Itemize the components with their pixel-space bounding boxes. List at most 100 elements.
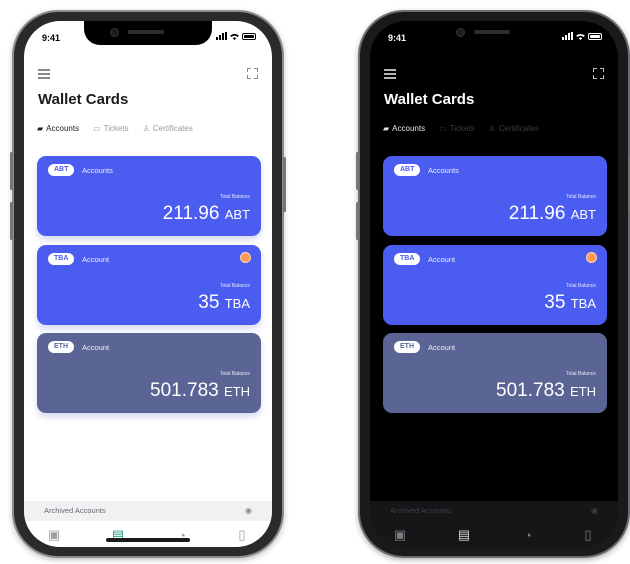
document-icon[interactable]: ▯	[234, 527, 250, 543]
tab-tickets[interactable]: ▭ Tickets	[93, 124, 129, 133]
balance-amount: 501.783 ETH	[496, 380, 596, 402]
screen: 9:41 Wallet Cards ▰ Accounts ▭ Tickets ♙ Ce…	[370, 21, 618, 547]
menu-icon[interactable]	[38, 69, 50, 81]
ticket-icon: ▭	[93, 124, 101, 133]
amount-currency: TBA	[570, 296, 596, 311]
currency-badge: TBA	[394, 253, 421, 265]
tab-accounts[interactable]: ▰ Accounts	[37, 124, 79, 133]
account-card[interactable]: TBA Account Total Balance 35 TBA	[383, 245, 607, 325]
card-type: Account	[428, 343, 456, 352]
archived-label: Archived Accounts	[44, 506, 106, 515]
volume-button	[356, 152, 359, 190]
amount-value: 35	[544, 292, 566, 313]
balance-label: Total Balance	[565, 194, 596, 200]
currency-badge: ETH	[394, 341, 420, 353]
signal-icon	[562, 32, 573, 40]
archived-accounts-bar[interactable]: Archived Accounts ◉	[24, 501, 272, 521]
account-card[interactable]: ETH Account Total Balance 501.783 ETH	[37, 333, 261, 413]
status-icons	[562, 32, 602, 40]
balance-label: Total Balance	[219, 283, 250, 289]
amount-value: 211.96	[162, 203, 220, 224]
balance-label: Total Balance	[219, 194, 250, 200]
expand-icon[interactable]	[593, 68, 604, 79]
battery-icon	[242, 32, 256, 40]
bottom-tab-bar: ▣ ▤ ◔ ▯	[24, 521, 272, 547]
tab-label: Accounts	[392, 124, 426, 133]
balance-label: Total Balance	[219, 371, 250, 377]
balance-amount: 35 TBA	[198, 292, 250, 314]
screen: 9:41 Wallet Cards ▰ Accounts ▭ Tickets ♙ Ce…	[24, 21, 272, 547]
balance-label: Total Balance	[565, 371, 596, 377]
wifi-icon	[230, 33, 239, 40]
currency-badge: ABT	[394, 164, 421, 176]
currency-badge: TBA	[48, 253, 75, 265]
page-title: Wallet Cards	[384, 91, 475, 108]
amount-currency: ETH	[224, 384, 250, 399]
amount-value: 501.783	[496, 380, 565, 401]
wallet-icon: ▰	[383, 124, 390, 133]
balance-amount: 35 TBA	[544, 292, 596, 314]
volume-button	[356, 202, 359, 240]
amount-value: 211.96	[508, 203, 566, 224]
account-card[interactable]: ETH Account Total Balance 501.783 ETH	[383, 333, 607, 413]
wallet-icon: ▰	[37, 124, 44, 133]
archived-accounts-bar[interactable]: Archived Accounts ◉	[370, 501, 618, 521]
bottom-tab-bar: ▣ ▤ ◔ ▯	[370, 521, 618, 547]
notch	[84, 21, 212, 45]
card-type: Accounts	[428, 166, 459, 175]
wifi-icon	[576, 33, 585, 40]
tab-tickets[interactable]: ▭ Tickets	[439, 124, 475, 133]
volume-button	[10, 152, 13, 190]
account-card[interactable]: ABT Accounts Total Balance 211.96 ABT	[383, 156, 607, 236]
tab-label: Tickets	[103, 124, 129, 133]
certificate-icon: ♙	[488, 124, 496, 133]
amount-currency: ABT	[570, 207, 596, 222]
page-title: Wallet Cards	[38, 91, 129, 108]
balance-amount: 211.96 ABT	[509, 203, 596, 225]
battery-icon	[588, 32, 602, 40]
id-card-icon[interactable]: ▣	[46, 527, 62, 543]
currency-badge: ABT	[48, 164, 75, 176]
phone-dark: 9:41 Wallet Cards ▰ Accounts ▭ Tickets ♙ Ce…	[356, 10, 630, 558]
id-card-icon[interactable]: ▣	[392, 527, 408, 543]
status-time: 9:41	[42, 33, 61, 43]
notch	[430, 21, 558, 45]
balance-amount: 501.783 ETH	[150, 380, 250, 402]
amount-currency: ABT	[224, 207, 250, 222]
eye-icon[interactable]: ◉	[245, 506, 252, 515]
tab-label: Certificates	[152, 124, 193, 133]
amount-value: 501.783	[150, 380, 219, 401]
tab-label: Accounts	[46, 124, 80, 133]
document-icon[interactable]: ▯	[580, 527, 596, 543]
status-time: 9:41	[388, 33, 407, 43]
account-card[interactable]: TBA Account Total Balance 35 TBA	[37, 245, 261, 325]
tab-label: Certificates	[498, 124, 539, 133]
expand-icon[interactable]	[247, 68, 258, 79]
pin-icon[interactable]	[586, 252, 597, 263]
archived-label: Archived Accounts	[390, 506, 452, 515]
amount-currency: ETH	[570, 384, 596, 399]
phone-light: 9:41 Wallet Cards ▰ Accounts ▭ Tickets ♙ Ce…	[10, 10, 286, 558]
balance-amount: 211.96 ABT	[163, 203, 250, 225]
volume-button	[10, 202, 13, 240]
planet-icon[interactable]: ◔	[520, 527, 536, 543]
tab-bar: ▰ Accounts ▭ Tickets ♙ Certificates	[383, 124, 539, 133]
wallet-icon[interactable]: ▤	[456, 527, 472, 543]
power-button	[283, 157, 286, 212]
account-card[interactable]: ABT Accounts Total Balance 211.96 ABT	[37, 156, 261, 236]
pin-icon[interactable]	[240, 252, 251, 263]
eye-icon[interactable]: ◉	[591, 506, 598, 515]
status-icons	[216, 32, 256, 40]
amount-currency: TBA	[224, 296, 250, 311]
tab-certificates[interactable]: ♙ Certificates	[489, 124, 539, 133]
currency-badge: ETH	[48, 341, 74, 353]
menu-icon[interactable]	[384, 69, 396, 81]
signal-icon	[216, 32, 227, 40]
tab-certificates[interactable]: ♙ Certificates	[143, 124, 193, 133]
ticket-icon: ▭	[439, 124, 447, 133]
card-type: Account	[428, 255, 456, 264]
card-type: Account	[82, 255, 110, 264]
tab-accounts[interactable]: ▰ Accounts	[383, 124, 425, 133]
certificate-icon: ♙	[142, 124, 150, 133]
amount-value: 35	[198, 292, 220, 313]
